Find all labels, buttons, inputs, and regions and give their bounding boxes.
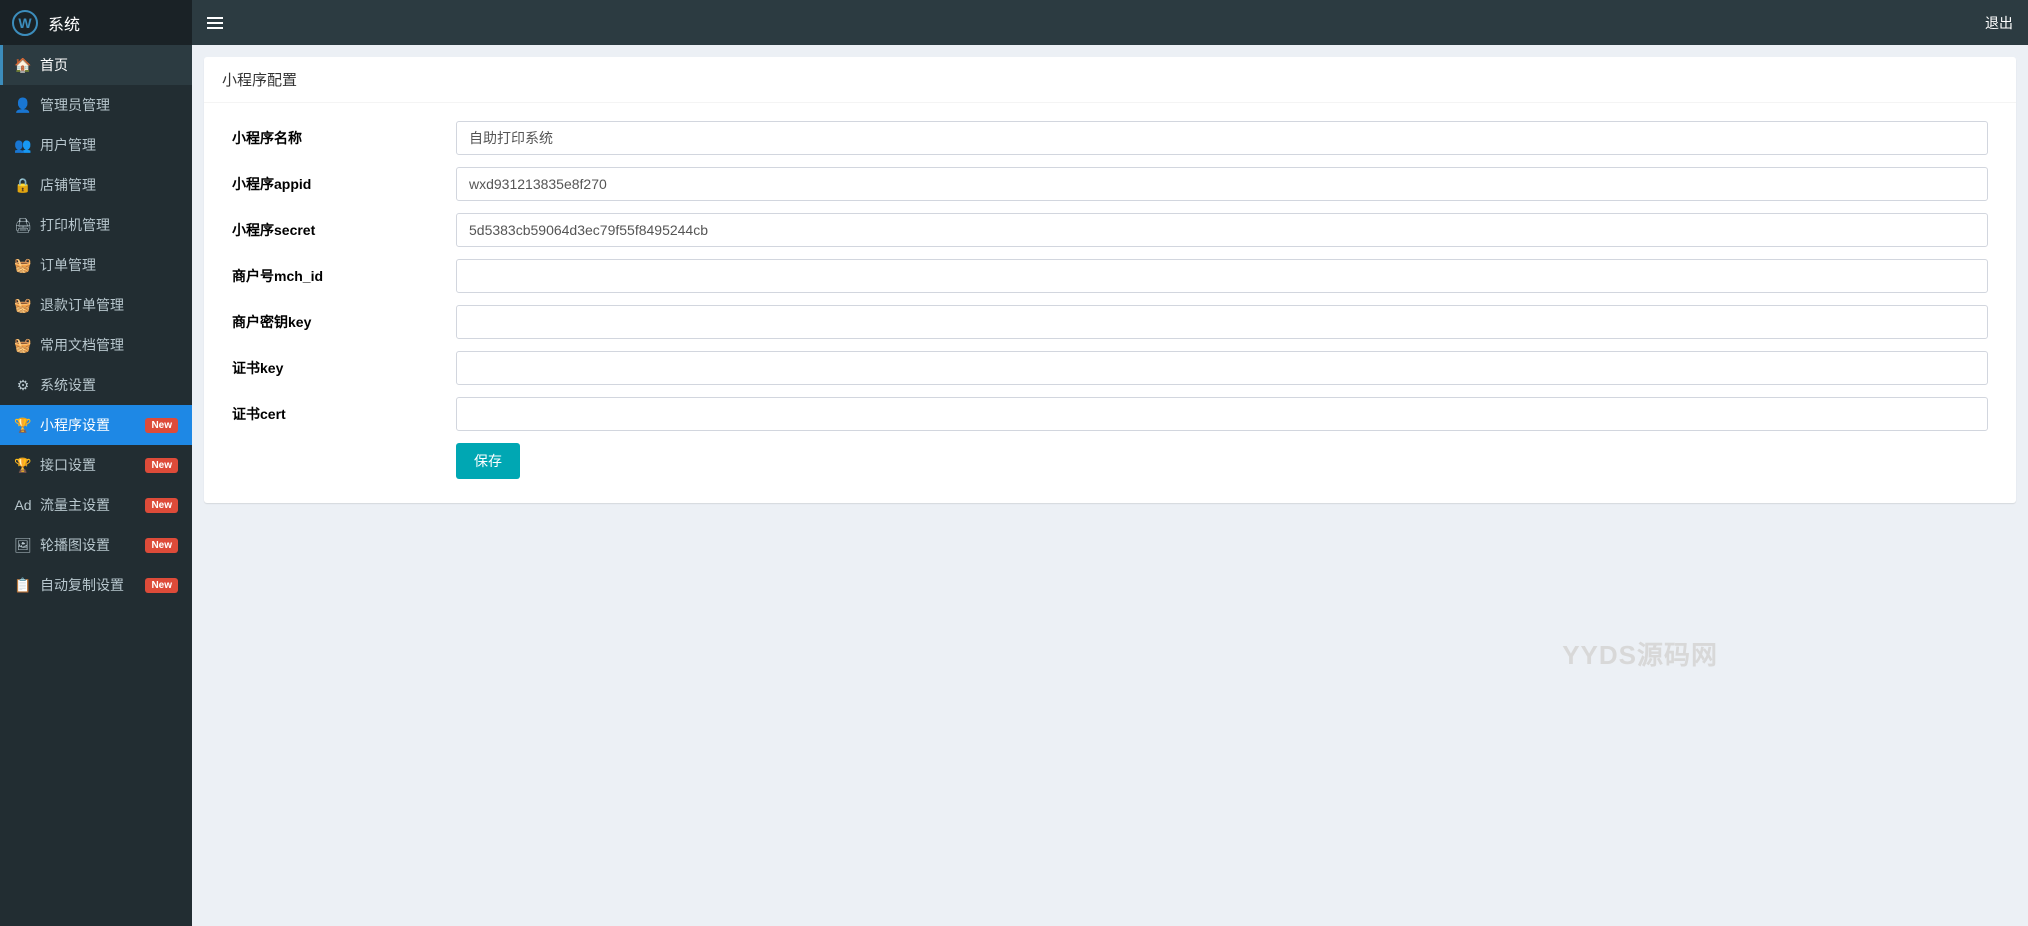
sidebar-item-7[interactable]: 🧺 常用文档管理 [0,325,192,365]
sidebar-item-1[interactable]: 👤 管理员管理 [0,85,192,125]
panel-title: 小程序配置 [204,57,2016,103]
sidebar-item-5[interactable]: 🧺 订单管理 [0,245,192,285]
form-input-1[interactable] [456,167,1988,201]
logout-link[interactable]: 退出 [1985,13,2013,33]
sidebar-item-3[interactable]: 🔒 店铺管理 [0,165,192,205]
menu-icon: 🏆 [14,417,32,434]
logo-icon: W [12,10,38,36]
topbar: 退出 [192,0,2028,45]
menu-label: 流量主设置 [40,495,145,515]
sidebar-header: W 系统 [0,0,192,45]
sidebar-item-8[interactable]: ⚙ 系统设置 [0,365,192,405]
sidebar-item-0[interactable]: 🏠 首页 [0,45,192,85]
menu-icon: ⚙ [14,377,32,394]
menu-icon: 🔒 [14,177,32,194]
sidebar-item-6[interactable]: 🧺 退款订单管理 [0,285,192,325]
menu-label: 用户管理 [40,135,178,155]
button-row: 保存 [232,443,1988,479]
new-badge: New [145,578,178,593]
sidebar: W 系统 🏠 首页 👤 管理员管理 👥 用户管理 🔒 店铺管理 🖨 打印机管理 🧺 订单管理 🧺 退款订单… [0,0,192,926]
menu-icon: 🖨 [14,217,32,234]
form-row-6: 证书cert [232,397,1988,431]
menu-label: 常用文档管理 [40,335,178,355]
form-row-1: 小程序appid [232,167,1988,201]
menu-icon: Ad [14,497,32,513]
form-label: 证书key [232,358,456,378]
new-badge: New [145,498,178,513]
new-badge: New [145,458,178,473]
form-label: 小程序secret [232,220,456,240]
sidebar-item-11[interactable]: Ad 流量主设置New [0,485,192,525]
sidebar-item-2[interactable]: 👥 用户管理 [0,125,192,165]
new-badge: New [145,418,178,433]
menu-icon: 🖼 [14,537,32,554]
new-badge: New [145,538,178,553]
menu-icon: 📋 [14,577,32,594]
sidebar-item-9[interactable]: 🏆 小程序设置New [0,405,192,445]
form-input-4[interactable] [456,305,1988,339]
form-row-5: 证书key [232,351,1988,385]
form-input-6[interactable] [456,397,1988,431]
sidebar-item-12[interactable]: 🖼 轮播图设置New [0,525,192,565]
menu-label: 接口设置 [40,455,145,475]
menu-icon: 🧺 [14,257,32,274]
menu-icon: 🏆 [14,457,32,474]
watermark: YYDS源码网 [1562,635,1718,672]
hamburger-icon[interactable] [207,17,223,29]
menu-label: 退款订单管理 [40,295,178,315]
form-label: 小程序appid [232,174,456,194]
form-input-3[interactable] [456,259,1988,293]
config-panel: 小程序配置 小程序名称小程序appid 小程序secret 商户号mch_id 商户密… [204,57,2016,503]
menu-label: 小程序设置 [40,415,145,435]
form-row-2: 小程序secret [232,213,1988,247]
panel-body: 小程序名称小程序appid 小程序secret 商户号mch_id 商户密钥key 证书… [204,103,2016,503]
menu-icon: 👤 [14,97,32,114]
sidebar-item-10[interactable]: 🏆 接口设置New [0,445,192,485]
menu-icon: 🧺 [14,337,32,354]
form-label: 商户号mch_id [232,266,456,286]
sidebar-item-13[interactable]: 📋 自动复制设置New [0,565,192,605]
form-row-4: 商户密钥key [232,305,1988,339]
menu-icon: 🧺 [14,297,32,314]
form-input-2[interactable] [456,213,1988,247]
sidebar-menu: 🏠 首页 👤 管理员管理 👥 用户管理 🔒 店铺管理 🖨 打印机管理 🧺 订单管理 🧺 退款订单管理 🧺 常用… [0,45,192,926]
form-label: 商户密钥key [232,312,456,332]
menu-label: 打印机管理 [40,215,178,235]
menu-label: 店铺管理 [40,175,178,195]
form-row-0: 小程序名称 [232,121,1988,155]
menu-label: 首页 [40,55,178,75]
menu-label: 订单管理 [40,255,178,275]
app-title: 系统 [48,11,80,35]
menu-icon: 🏠 [14,57,32,74]
save-button[interactable]: 保存 [456,443,520,479]
form-label: 证书cert [232,404,456,424]
sidebar-item-4[interactable]: 🖨 打印机管理 [0,205,192,245]
menu-label: 管理员管理 [40,95,178,115]
content-area: 小程序配置 小程序名称小程序appid 小程序secret 商户号mch_id 商户密… [192,45,2028,926]
form-input-5[interactable] [456,351,1988,385]
menu-label: 自动复制设置 [40,575,145,595]
menu-label: 系统设置 [40,375,178,395]
menu-icon: 👥 [14,137,32,154]
form-row-3: 商户号mch_id [232,259,1988,293]
menu-label: 轮播图设置 [40,535,145,555]
form-input-0[interactable] [456,121,1988,155]
form-label: 小程序名称 [232,128,456,148]
